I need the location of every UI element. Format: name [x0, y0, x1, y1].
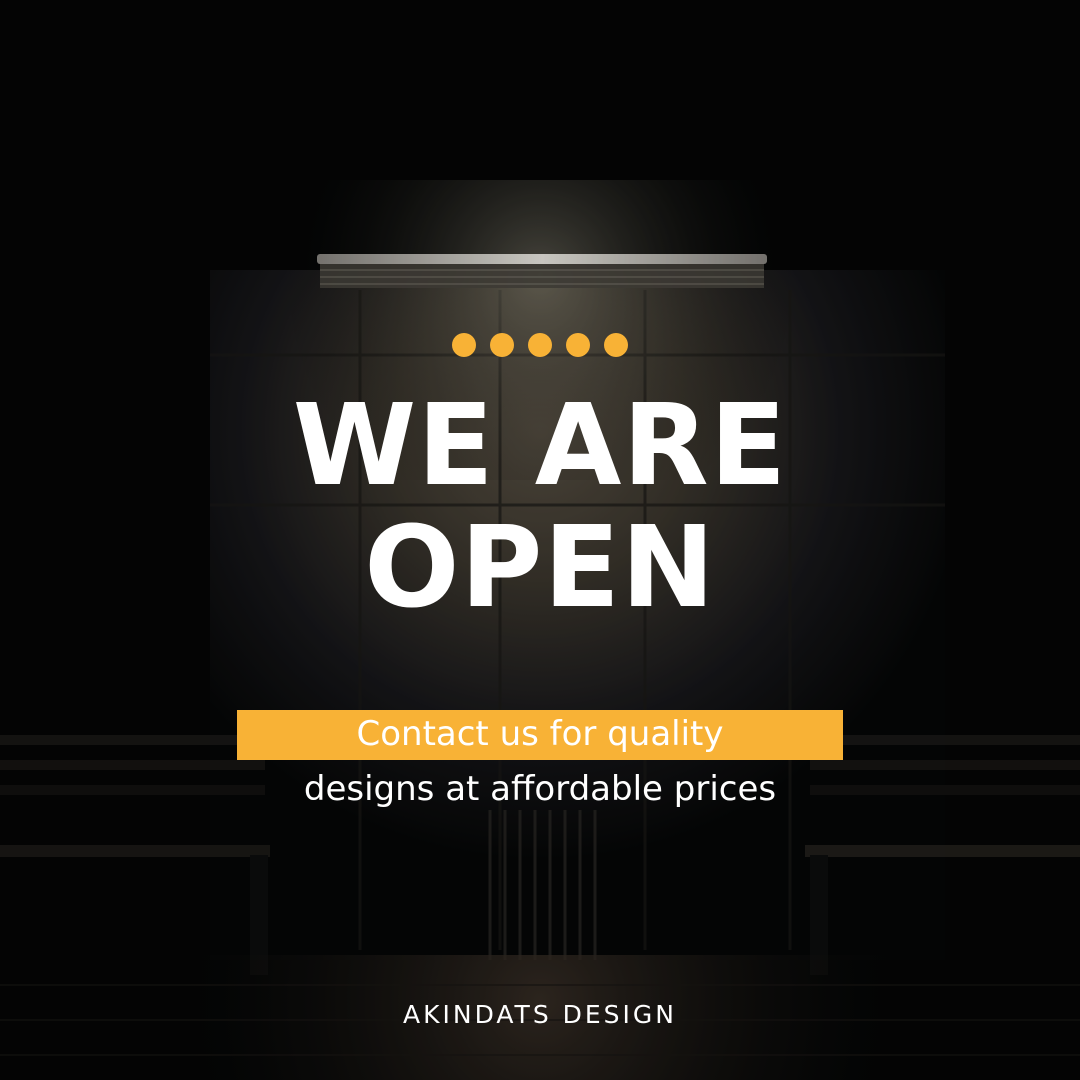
dot-icon	[528, 333, 552, 357]
decorative-dots	[452, 333, 628, 357]
headline: WE ARE OPEN	[0, 385, 1080, 629]
headline-line-1: WE ARE	[292, 381, 788, 511]
dot-icon	[490, 333, 514, 357]
tagline-line-1: Contact us for quality	[356, 714, 724, 754]
dot-icon	[452, 333, 476, 357]
dot-icon	[604, 333, 628, 357]
brand-name: AKINDATS DESIGN	[403, 1000, 677, 1029]
dot-icon	[566, 333, 590, 357]
headline-line-2: OPEN	[364, 503, 716, 633]
tagline-line-2: designs at affordable prices	[303, 769, 777, 809]
poster-canvas: WE ARE OPEN Contact us for quality desig…	[0, 0, 1080, 1080]
